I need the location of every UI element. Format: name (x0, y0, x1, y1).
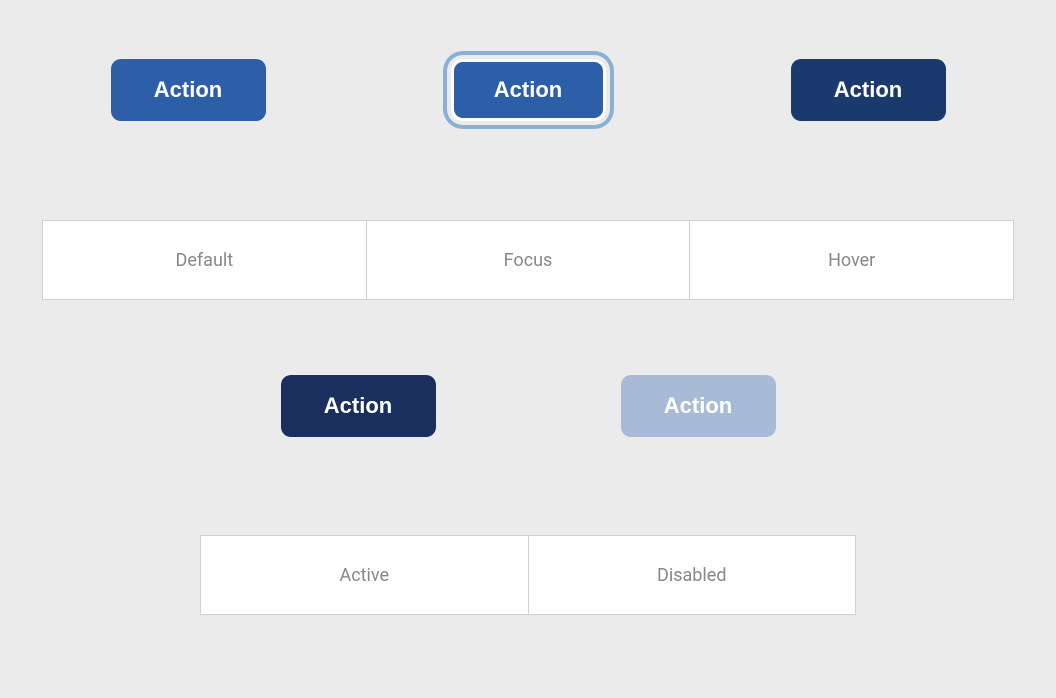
button-row-2: Action Action (0, 375, 1056, 437)
labels-row-2: Active Disabled (200, 535, 856, 615)
label-hover: Hover (689, 220, 1014, 300)
labels-row-1: Default Focus Hover (42, 220, 1014, 300)
button-row-1: Action Action Action (0, 55, 1056, 125)
focus-button[interactable]: Action (451, 59, 606, 121)
canvas: Action Action Action Default Focus Hover (0, 0, 1056, 698)
active-button[interactable]: Action (281, 375, 436, 437)
label-active: Active (200, 535, 528, 615)
hover-button[interactable]: Action (791, 59, 946, 121)
col-active: Action (188, 375, 528, 437)
label-default: Default (42, 220, 366, 300)
col-focus: Action (358, 55, 698, 125)
col-hover: Action (698, 59, 1038, 121)
default-button[interactable]: Action (111, 59, 266, 121)
col-default: Action (18, 59, 358, 121)
col-disabled: Action (528, 375, 868, 437)
label-disabled: Disabled (528, 535, 857, 615)
focus-ring: Action (447, 55, 610, 125)
disabled-button: Action (621, 375, 776, 437)
label-focus: Focus (366, 220, 690, 300)
